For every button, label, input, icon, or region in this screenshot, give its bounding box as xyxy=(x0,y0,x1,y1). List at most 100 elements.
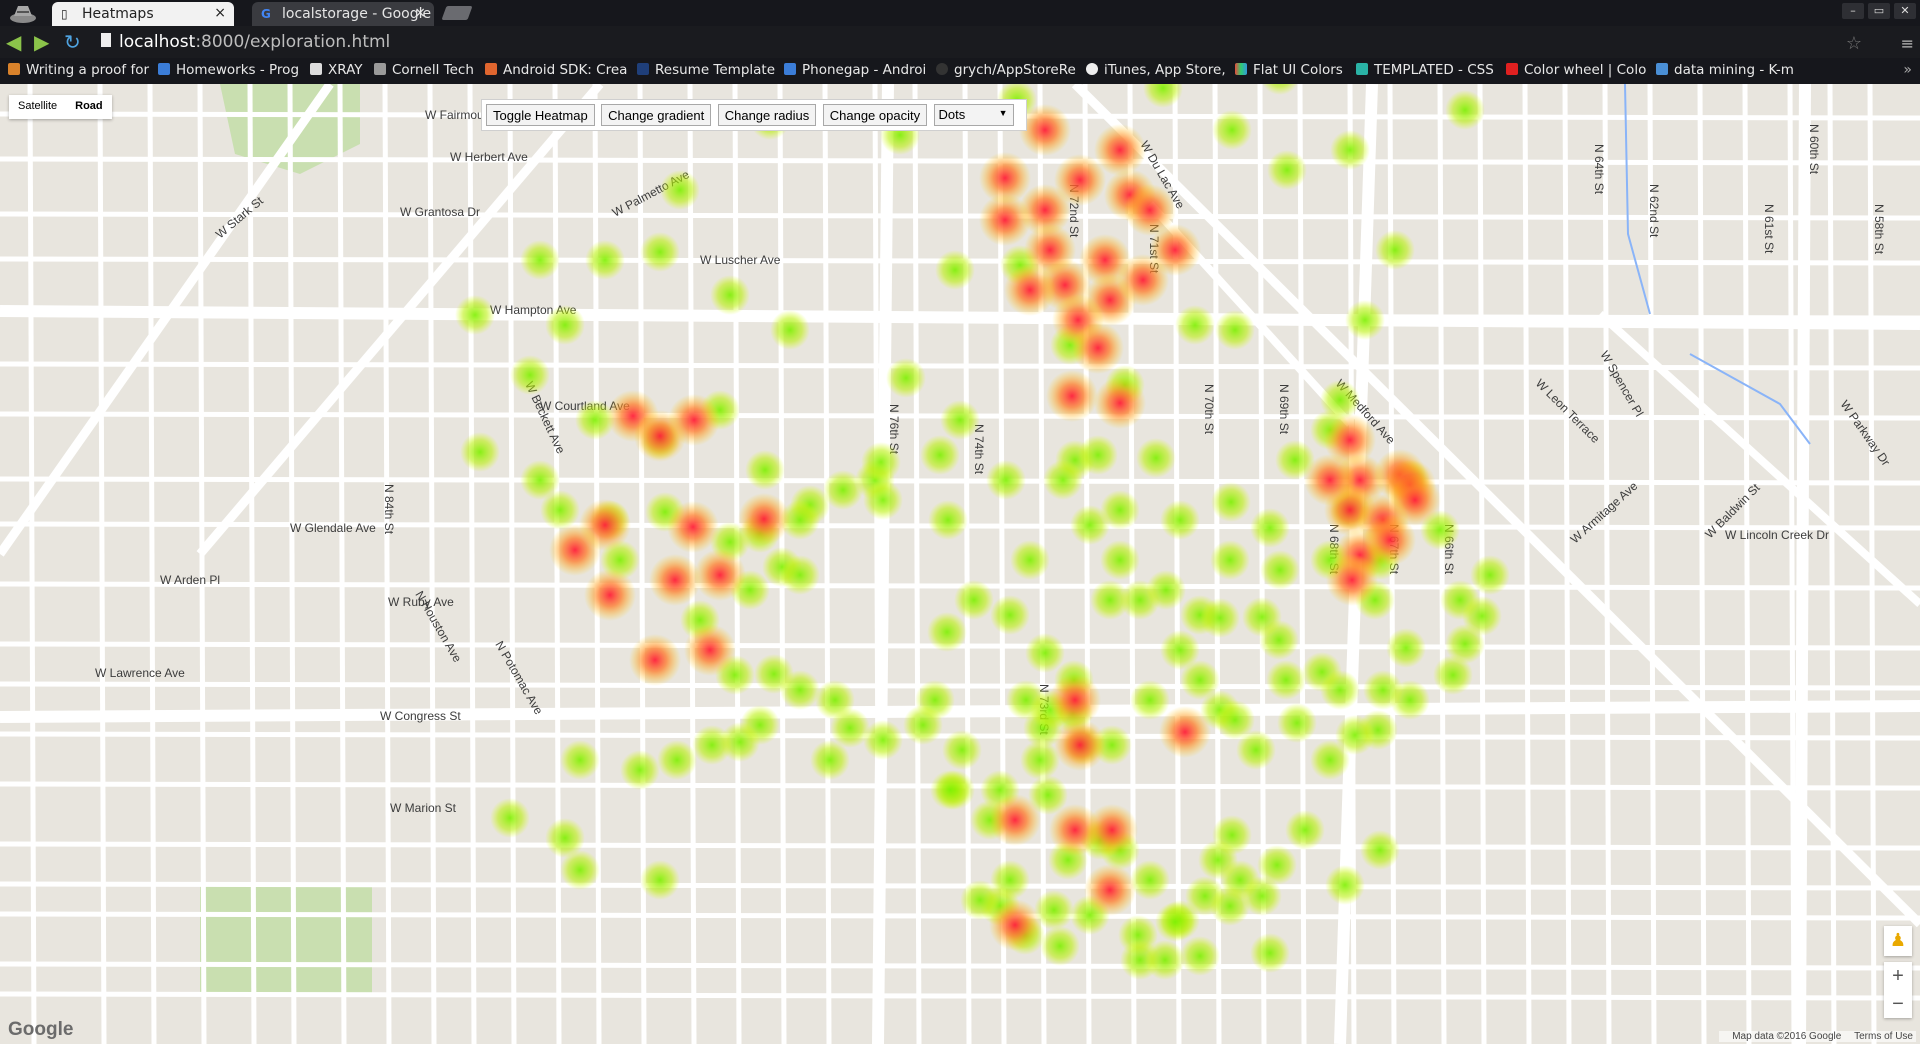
zoom-in-button[interactable]: + xyxy=(1884,962,1912,990)
heat-point xyxy=(510,355,550,395)
heat-point-hot xyxy=(1117,254,1169,306)
bookmark-item[interactable]: Flat UI Colors xyxy=(1235,62,1343,78)
street-label: W Luscher Ave xyxy=(700,253,781,267)
heat-point-hot xyxy=(738,493,790,545)
street-label: N 64th St xyxy=(1592,144,1606,195)
bookmark-star-icon[interactable]: ☆ xyxy=(1846,33,1862,54)
more-bookmarks-icon[interactable]: » xyxy=(1903,62,1912,78)
heat-point xyxy=(1445,90,1485,130)
minimize-button[interactable]: – xyxy=(1842,3,1864,19)
change-radius-button[interactable]: Change radius xyxy=(717,104,817,126)
forward-icon[interactable]: ▶ xyxy=(34,30,49,54)
satellite-button[interactable]: Satellite xyxy=(9,95,66,119)
heat-point xyxy=(1211,482,1251,522)
heat-point xyxy=(863,480,903,520)
tab-heatmaps[interactable]: ▯ Heatmaps × xyxy=(52,2,234,26)
bookmark-item[interactable]: Writing a proof for xyxy=(8,62,149,78)
heat-point-hot xyxy=(1004,264,1056,316)
bookmark-label: Android SDK: Crea xyxy=(503,62,628,78)
road xyxy=(637,84,647,1044)
heat-point-hot xyxy=(684,624,736,676)
heat-point xyxy=(745,450,785,490)
change-opacity-button[interactable]: Change opacity xyxy=(822,104,928,126)
bookmark-item[interactable]: TEMPLATED - CSS xyxy=(1356,62,1494,78)
heat-point-hot xyxy=(1054,719,1106,771)
bookmark-item[interactable]: Cornell Tech xyxy=(374,62,474,78)
google-icon: G xyxy=(261,7,271,21)
heat-point xyxy=(927,612,967,652)
bookmark-favicon-icon xyxy=(485,63,497,75)
pegman-icon[interactable]: ♟ xyxy=(1884,926,1912,956)
street-label: N Potomac Ave xyxy=(492,639,546,718)
map-type-control: Satellite Road xyxy=(9,95,112,119)
close-icon[interactable]: × xyxy=(414,5,426,21)
bookmark-item[interactable]: XRAY xyxy=(310,62,363,78)
road-button[interactable]: Road xyxy=(66,95,112,119)
road xyxy=(1562,84,1572,1044)
back-icon[interactable]: ◀ xyxy=(6,30,21,54)
heat-point xyxy=(640,860,680,900)
heat-point-hot xyxy=(1046,370,1098,422)
bookmark-item[interactable]: Android SDK: Crea xyxy=(485,62,627,78)
heat-point xyxy=(1470,555,1510,595)
toggle-heatmap-button[interactable]: Toggle Heatmap xyxy=(486,104,595,126)
display-mode-select[interactable]: Dots ▼ xyxy=(933,104,1014,126)
bookmark-item[interactable]: Color wheel | Colo xyxy=(1506,62,1646,78)
restore-button[interactable]: ▭ xyxy=(1868,3,1890,19)
heat-point xyxy=(560,740,600,780)
heat-point xyxy=(1375,230,1415,270)
reload-icon[interactable]: ↻ xyxy=(64,30,81,54)
terms-link[interactable]: Terms of Use xyxy=(1854,1031,1913,1042)
bookmark-item[interactable]: iTunes, App Store, xyxy=(1086,62,1226,78)
heat-point xyxy=(1145,940,1185,980)
change-gradient-button[interactable]: Change gradient xyxy=(601,104,712,126)
road xyxy=(0,841,1920,851)
bookmark-label: grych/AppStoreRe xyxy=(954,62,1076,78)
bookmark-item[interactable]: Phonegap - Androi xyxy=(784,62,926,78)
heat-point xyxy=(986,460,1026,500)
heat-point-hot xyxy=(1094,377,1146,429)
road xyxy=(872,84,894,1044)
bookmark-label: XRAY xyxy=(328,62,363,78)
menu-icon[interactable]: ≡ xyxy=(1901,34,1914,53)
bookmark-item[interactable]: data mining - K-m xyxy=(1656,62,1794,78)
heat-point xyxy=(1242,876,1282,916)
road xyxy=(0,305,1920,330)
zoom-out-button[interactable]: − xyxy=(1884,990,1912,1018)
bookmark-favicon-icon xyxy=(310,63,322,75)
road xyxy=(1827,84,1837,1044)
heat-point-hot xyxy=(649,554,701,606)
road xyxy=(0,991,1920,1001)
heat-point xyxy=(1242,597,1282,637)
road xyxy=(1697,84,1707,1044)
close-icon[interactable]: × xyxy=(214,5,226,21)
new-tab-button[interactable] xyxy=(441,6,473,20)
bookmark-item[interactable]: Homeworks - Prog xyxy=(158,62,299,78)
heat-point xyxy=(545,818,585,858)
heat-point xyxy=(1200,598,1240,638)
heat-point xyxy=(1363,670,1403,710)
heat-point-hot xyxy=(979,152,1031,204)
heat-point xyxy=(490,798,530,838)
chevron-down-icon: ▼ xyxy=(998,108,1008,118)
heat-point xyxy=(942,730,982,770)
tab-title: Heatmaps xyxy=(82,6,154,22)
heat-point xyxy=(1262,84,1298,95)
street-label: W Herbert Ave xyxy=(450,150,528,164)
street-label: W Glendale Ave xyxy=(290,521,376,535)
tab-localstorage[interactable]: G localstorage - Google × xyxy=(252,2,434,26)
road xyxy=(382,84,392,1044)
browser-toolbar: ◀ ▶ ↻ localhost:8000/exploration.html ☆ xyxy=(0,26,1920,58)
apple-icon xyxy=(1086,63,1098,75)
heat-point xyxy=(1330,130,1370,170)
browser-logo-icon xyxy=(10,6,36,23)
bookmark-item[interactable]: Resume Template xyxy=(637,62,775,78)
heat-point xyxy=(1260,550,1300,590)
bookmark-item[interactable]: grych/AppStoreRe xyxy=(936,62,1076,78)
heat-point xyxy=(780,670,820,710)
close-window-button[interactable]: ✕ xyxy=(1894,3,1916,19)
address-bar[interactable]: localhost:8000/exploration.html ☆ xyxy=(95,29,1880,55)
heat-point xyxy=(1215,310,1255,350)
map-canvas[interactable]: W Fairmount Ave W Herbert Ave W Stark St W … xyxy=(0,84,1920,1044)
heat-point xyxy=(1130,680,1170,720)
